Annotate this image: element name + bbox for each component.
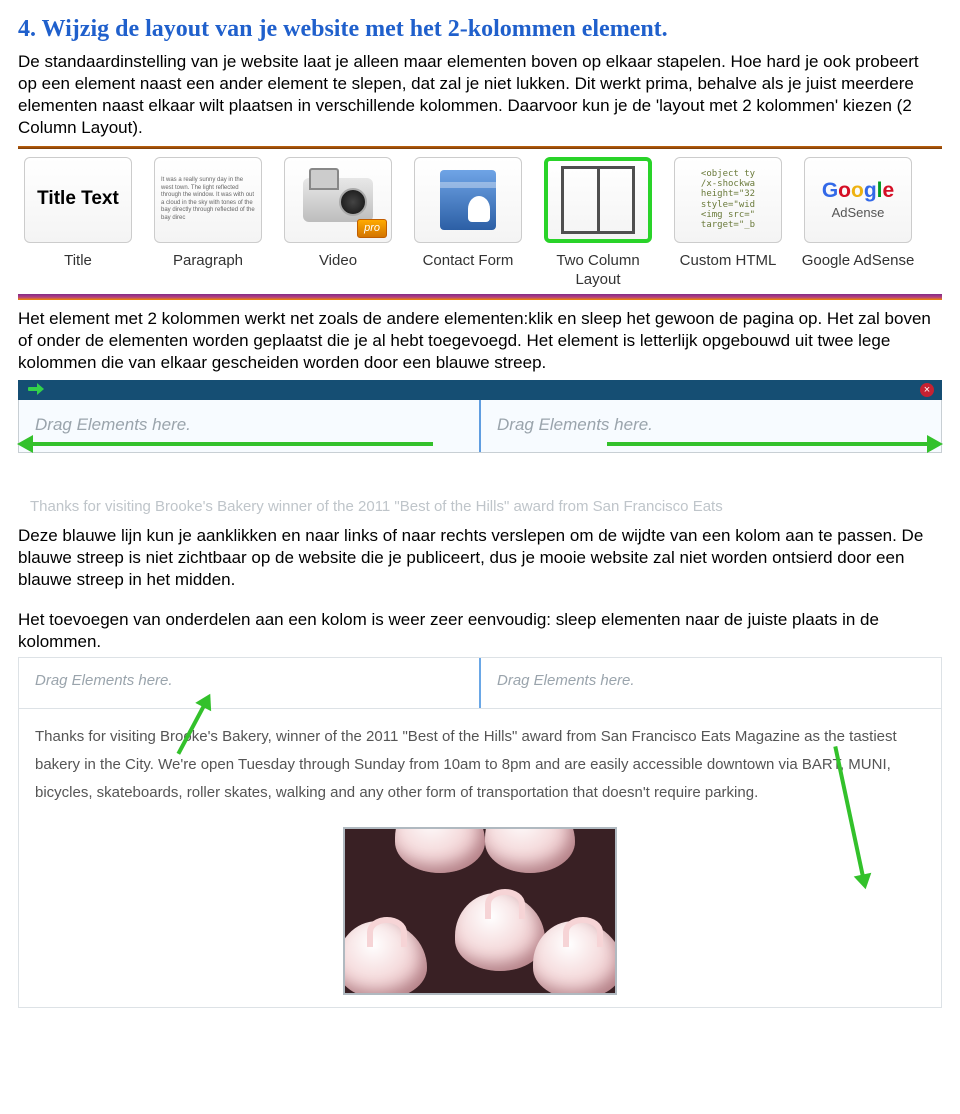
move-icon[interactable] bbox=[28, 383, 44, 397]
element-label: Two Column Layout bbox=[538, 251, 658, 290]
paragraph-tile: It was a really sunny day in the west to… bbox=[154, 157, 262, 243]
close-icon[interactable]: × bbox=[920, 383, 934, 397]
divider-gradient bbox=[18, 294, 942, 300]
contact-tile bbox=[414, 157, 522, 243]
title-tile: Title Text bbox=[24, 157, 132, 243]
drop-placeholder: Drag Elements here. bbox=[497, 415, 653, 434]
drop-column-right[interactable]: Drag Elements here. bbox=[481, 400, 941, 452]
resize-arrow-right bbox=[607, 442, 927, 446]
editor-preview-2: Drag Elements here. Drag Elements here. … bbox=[18, 657, 942, 1007]
element-two-column[interactable]: Two Column Layout bbox=[538, 157, 658, 290]
element-label: Paragraph bbox=[173, 251, 243, 271]
drop-placeholder: Drag Elements here. bbox=[497, 672, 635, 689]
intro-paragraph: De standaardinstelling van je website la… bbox=[18, 51, 942, 139]
drop-row: Drag Elements here. Drag Elements here. bbox=[19, 658, 941, 709]
element-label: Video bbox=[319, 251, 357, 271]
drop-column-right[interactable]: Drag Elements here. bbox=[481, 658, 941, 708]
camcorder-icon bbox=[303, 178, 373, 222]
adsense-subtext: AdSense bbox=[822, 205, 894, 222]
two-column-icon bbox=[561, 166, 635, 234]
element-label: Contact Form bbox=[423, 251, 514, 271]
story-body: Thanks for visiting Brooke's Bakery, win… bbox=[35, 728, 897, 801]
editor-preview-1: × Drag Elements here. Drag Elements here… bbox=[18, 380, 942, 517]
twocolumn-tile bbox=[544, 157, 652, 243]
element-label: Custom HTML bbox=[680, 251, 777, 271]
drop-column-left[interactable]: Drag Elements here. bbox=[19, 658, 481, 708]
story-text-block: Thanks for visiting Brooke's Bakery, win… bbox=[19, 709, 941, 818]
section-heading: 4. Wijzig de layout van je website met h… bbox=[18, 14, 942, 45]
cupcake-image bbox=[343, 827, 617, 995]
drop-placeholder: Drag Elements here. bbox=[35, 415, 191, 434]
element-label: Google AdSense bbox=[802, 251, 915, 271]
html-tile: <object ty /x-shockwa height="32 style="… bbox=[674, 157, 782, 243]
element-google-adsense[interactable]: Google AdSense Google AdSense bbox=[798, 157, 918, 271]
drop-column-left[interactable]: Drag Elements here. bbox=[19, 400, 481, 452]
paragraph-add-items: Het toevoegen van onderdelen aan een kol… bbox=[18, 609, 942, 653]
google-logo-text: Google bbox=[822, 179, 894, 202]
editor-header-bar: × bbox=[18, 380, 942, 400]
element-paragraph[interactable]: It was a really sunny day in the west to… bbox=[148, 157, 268, 271]
contact-card-icon bbox=[440, 170, 496, 230]
drop-placeholder: Drag Elements here. bbox=[35, 672, 173, 689]
faded-story-text: Thanks for visiting Brooke's Bakery winn… bbox=[18, 491, 942, 517]
element-custom-html[interactable]: <object ty /x-shockwa height="32 style="… bbox=[668, 157, 788, 271]
paragraph-after-toolbar: Het element met 2 kolommen werkt net zoa… bbox=[18, 308, 942, 374]
video-tile: pro bbox=[284, 157, 392, 243]
drop-row: Drag Elements here. Drag Elements here. bbox=[18, 400, 942, 453]
element-contact-form[interactable]: Contact Form bbox=[408, 157, 528, 271]
element-label: Title bbox=[64, 251, 92, 271]
adsense-tile: Google AdSense bbox=[804, 157, 912, 243]
elements-toolbar: Title Text Title It was a really sunny d… bbox=[18, 157, 942, 290]
resize-arrow-left bbox=[33, 442, 433, 446]
divider-top bbox=[18, 146, 942, 149]
paragraph-blue-line: Deze blauwe lijn kun je aanklikken en na… bbox=[18, 525, 942, 591]
element-title[interactable]: Title Text Title bbox=[18, 157, 138, 271]
pro-badge: pro bbox=[357, 219, 387, 237]
element-video[interactable]: pro Video bbox=[278, 157, 398, 271]
